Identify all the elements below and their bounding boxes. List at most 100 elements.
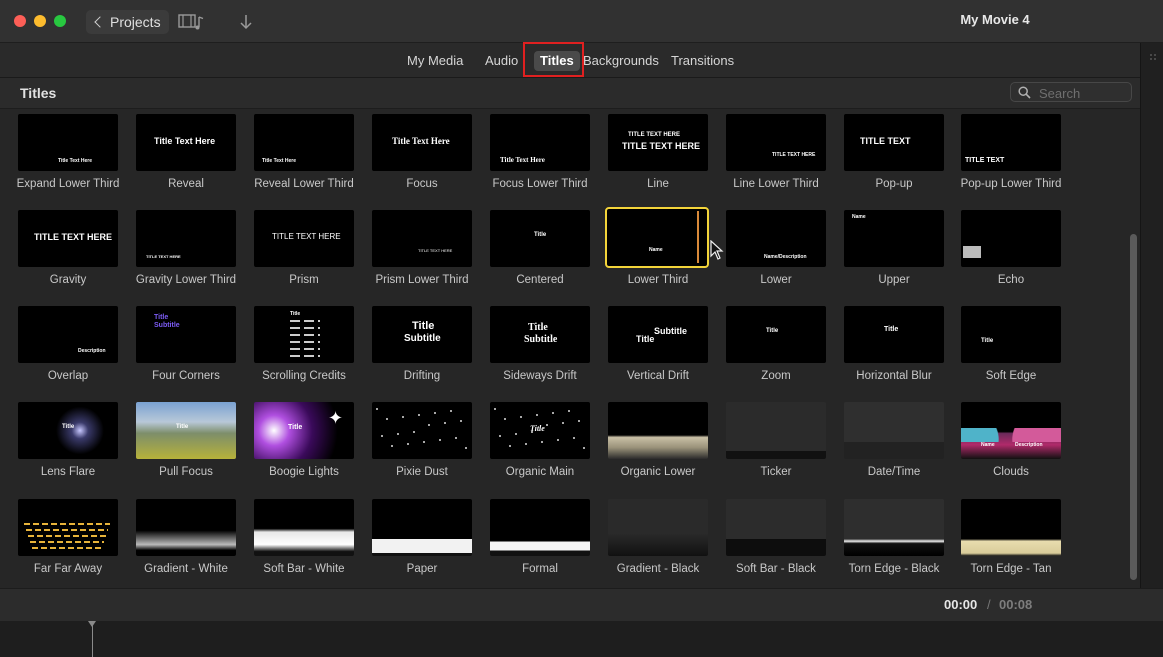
scrollbar-thumb[interactable] bbox=[1130, 234, 1137, 580]
title-thumbnail[interactable] bbox=[844, 402, 944, 459]
title-tile[interactable]: Title Centered bbox=[490, 210, 590, 290]
minimize-window-button[interactable] bbox=[34, 15, 46, 27]
title-thumbnail[interactable] bbox=[372, 499, 472, 556]
title-tile[interactable]: Title Subtitle Drifting bbox=[372, 306, 472, 386]
projects-back-button[interactable]: Projects bbox=[86, 10, 169, 34]
tab-transitions[interactable]: Transitions bbox=[671, 51, 734, 71]
title-thumbnail[interactable] bbox=[608, 499, 708, 556]
title-thumbnail[interactable] bbox=[961, 499, 1061, 556]
resize-grip-icon[interactable] bbox=[1148, 52, 1160, 64]
title-thumbnail[interactable] bbox=[18, 499, 118, 556]
title-tile[interactable]: Gradient - White bbox=[136, 499, 236, 579]
title-thumbnail[interactable]: Title Subtitle bbox=[608, 306, 708, 363]
title-thumbnail[interactable]: Title bbox=[844, 306, 944, 363]
title-tile[interactable]: TITLE TEXT HERE Gravity bbox=[18, 210, 118, 290]
title-thumbnail[interactable]: Name bbox=[844, 210, 944, 267]
timeline[interactable] bbox=[0, 621, 1163, 657]
title-thumbnail[interactable]: Name/Description bbox=[726, 210, 826, 267]
title-tile[interactable]: Name/Description Lower bbox=[726, 210, 826, 290]
title-tile[interactable]: Name Description Clouds bbox=[961, 402, 1061, 482]
title-tile[interactable]: Title Organic Main bbox=[490, 402, 590, 482]
title-thumbnail[interactable]: Title Text Here bbox=[372, 114, 472, 171]
title-tile[interactable]: Title Lens Flare bbox=[18, 402, 118, 482]
title-tile[interactable]: Far Far Away bbox=[18, 499, 118, 579]
title-tile[interactable]: Torn Edge - Tan bbox=[961, 499, 1061, 579]
title-thumbnail[interactable]: TITLE TEXT HERE bbox=[18, 210, 118, 267]
title-tile[interactable]: TITLE TEXT HERE Prism Lower Third bbox=[372, 210, 472, 290]
title-tile[interactable]: Title Scrolling Credits bbox=[254, 306, 354, 386]
title-thumbnail[interactable]: Title Text Here bbox=[136, 114, 236, 171]
title-tile[interactable]: Organic Lower bbox=[608, 402, 708, 482]
title-thumbnail[interactable] bbox=[961, 210, 1061, 267]
title-thumbnail[interactable]: Title bbox=[490, 402, 590, 459]
title-tile[interactable]: Title Text Here Expand Lower Third bbox=[17, 114, 119, 194]
tab-audio[interactable]: Audio bbox=[485, 51, 518, 71]
title-thumbnail[interactable]: Name bbox=[605, 207, 709, 268]
title-thumbnail[interactable]: TITLE TEXT HERE bbox=[372, 210, 472, 267]
title-tile[interactable]: Formal bbox=[490, 499, 590, 579]
title-tile[interactable]: Title Horizontal Blur bbox=[844, 306, 944, 386]
title-tile[interactable]: Title Subtitle Sideways Drift bbox=[490, 306, 590, 386]
search-input[interactable] bbox=[1037, 84, 1131, 102]
title-thumbnail[interactable]: Title bbox=[961, 306, 1061, 363]
title-tile[interactable]: Description Overlap bbox=[18, 306, 118, 386]
tab-my-media[interactable]: My Media bbox=[407, 51, 463, 71]
title-thumbnail[interactable] bbox=[726, 499, 826, 556]
title-thumbnail[interactable] bbox=[844, 499, 944, 556]
title-tile[interactable]: Gradient - Black bbox=[608, 499, 708, 579]
title-tile[interactable]: Title Text Here Focus bbox=[372, 114, 472, 194]
title-thumbnail[interactable] bbox=[372, 402, 472, 459]
title-tile[interactable]: TITLE TEXT HERE Prism bbox=[254, 210, 354, 290]
title-thumbnail[interactable]: Title bbox=[136, 402, 236, 459]
title-tile[interactable]: Name Upper bbox=[844, 210, 944, 290]
title-thumbnail[interactable] bbox=[608, 402, 708, 459]
title-tile[interactable]: Soft Bar - Black bbox=[726, 499, 826, 579]
close-window-button[interactable] bbox=[14, 15, 26, 27]
title-thumbnail[interactable]: Name Description bbox=[961, 402, 1061, 459]
title-tile[interactable]: Title Text Here Reveal Lower Third bbox=[254, 114, 354, 194]
media-browser-icon[interactable] bbox=[178, 13, 206, 31]
search-field[interactable] bbox=[1010, 82, 1132, 102]
title-thumbnail[interactable]: Title Text Here bbox=[18, 114, 118, 171]
title-thumbnail[interactable]: Title bbox=[726, 306, 826, 363]
title-tile[interactable]: TITLE TEXT HERE Line Lower Third bbox=[726, 114, 826, 194]
title-tile[interactable]: Title Soft Edge bbox=[961, 306, 1061, 386]
playhead[interactable] bbox=[92, 621, 93, 657]
title-tile[interactable]: Title Text Here Reveal bbox=[136, 114, 236, 194]
title-thumbnail[interactable]: Description bbox=[18, 306, 118, 363]
title-thumbnail[interactable] bbox=[136, 499, 236, 556]
title-tile[interactable]: TITLE TEXT Pop-up bbox=[844, 114, 944, 194]
title-tile[interactable]: Date/Time bbox=[844, 402, 944, 482]
title-tile[interactable]: Title Pull Focus bbox=[136, 402, 236, 482]
title-tile[interactable]: Pixie Dust bbox=[372, 402, 472, 482]
title-tile[interactable]: TITLE TEXT HERE TITLE TEXT HERE Line bbox=[608, 114, 708, 194]
title-tile[interactable]: Title Text Here Focus Lower Third bbox=[490, 114, 590, 194]
title-tile[interactable]: Soft Bar - White bbox=[254, 499, 354, 579]
title-thumbnail[interactable]: Title Subtitle bbox=[490, 306, 590, 363]
title-tile[interactable]: Name Lower Third bbox=[605, 207, 709, 290]
title-tile[interactable]: Title Subtitle Vertical Drift bbox=[608, 306, 708, 386]
title-tile[interactable]: Echo bbox=[961, 210, 1061, 290]
title-thumbnail[interactable] bbox=[726, 402, 826, 459]
title-tile[interactable]: Torn Edge - Black bbox=[844, 499, 944, 579]
title-thumbnail[interactable]: TITLE TEXT HERE bbox=[726, 114, 826, 171]
title-thumbnail[interactable] bbox=[254, 499, 354, 556]
title-tile[interactable]: Title Zoom bbox=[726, 306, 826, 386]
tab-backgrounds[interactable]: Backgrounds bbox=[583, 51, 659, 71]
title-thumbnail[interactable]: Title ✦ bbox=[254, 402, 354, 459]
title-thumbnail[interactable]: TITLE TEXT bbox=[844, 114, 944, 171]
title-thumbnail[interactable]: Title bbox=[254, 306, 354, 363]
title-thumbnail[interactable]: TITLE TEXT bbox=[961, 114, 1061, 171]
title-tile[interactable]: Title ✦ Boogie Lights bbox=[254, 402, 354, 482]
zoom-window-button[interactable] bbox=[54, 15, 66, 27]
title-thumbnail[interactable]: Title Subtitle bbox=[372, 306, 472, 363]
title-tile[interactable]: TITLE TEXT HERE Gravity Lower Third bbox=[136, 210, 236, 290]
title-thumbnail[interactable]: Title Text Here bbox=[254, 114, 354, 171]
title-thumbnail[interactable]: Title Text Here bbox=[490, 114, 590, 171]
vertical-scrollbar[interactable] bbox=[1126, 110, 1138, 585]
title-tile[interactable]: TITLE TEXT Pop-up Lower Third bbox=[961, 114, 1061, 194]
title-thumbnail[interactable]: TITLE TEXT HERE TITLE TEXT HERE bbox=[608, 114, 708, 171]
title-thumbnail[interactable]: TITLE TEXT HERE bbox=[136, 210, 236, 267]
title-thumbnail[interactable] bbox=[490, 499, 590, 556]
title-tile[interactable]: Paper bbox=[372, 499, 472, 579]
